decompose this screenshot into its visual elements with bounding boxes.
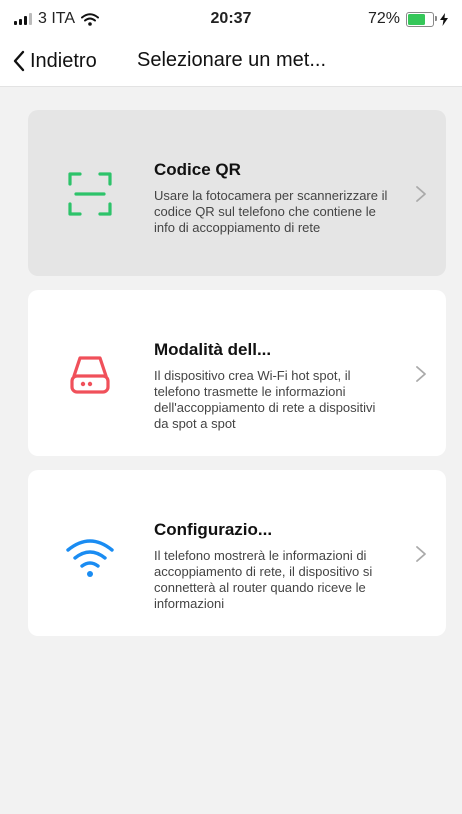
wifi-icon — [66, 539, 114, 577]
option-title: Configurazio... — [154, 520, 273, 539]
option-description: Usare la fotocamera per scannerizzare il… — [154, 188, 388, 235]
option-wifi-config[interactable]: Configurazio... Il telefono mostrerà le … — [28, 470, 446, 636]
back-button[interactable]: Indietro — [12, 44, 97, 78]
chevron-right-icon — [416, 366, 426, 382]
option-description: Il dispositivo crea Wi-Fi hot spot, il t… — [154, 368, 376, 431]
option-title: Codice QR — [154, 160, 241, 179]
status-bar: 3 ITA 20:37 72% — [0, 0, 462, 38]
option-title: Modalità dell... — [154, 340, 272, 359]
qr-scan-icon — [68, 172, 112, 216]
chevron-right-icon — [416, 186, 426, 202]
nav-bar: Indietro Selezionare un met... — [0, 40, 462, 82]
option-qr-code[interactable]: Codice QR Usare la fotocamera per scanne… — [28, 110, 446, 276]
chevron-right-icon — [416, 546, 426, 562]
battery-icon — [406, 11, 437, 27]
chevron-left-icon — [13, 50, 25, 72]
back-label: Indietro — [30, 49, 97, 72]
charging-bolt-icon — [440, 12, 448, 26]
status-right: 72% — [368, 10, 448, 28]
battery-percent: 72% — [367, 10, 400, 27]
battery-fill — [408, 13, 426, 25]
router-icon — [70, 356, 110, 394]
option-hotspot-mode[interactable]: Modalità dell... Il dispositivo crea Wi-… — [28, 290, 446, 456]
page-title: Selezionare un met... — [137, 49, 326, 71]
option-description: Il telefono mostrerà le informazioni di … — [154, 548, 373, 611]
method-list: Codice QR Usare la fotocamera per scanne… — [28, 110, 446, 650]
header: 3 ITA 20:37 72% Indietro Selezionare un … — [0, 0, 462, 87]
battery-cap — [435, 15, 437, 21]
